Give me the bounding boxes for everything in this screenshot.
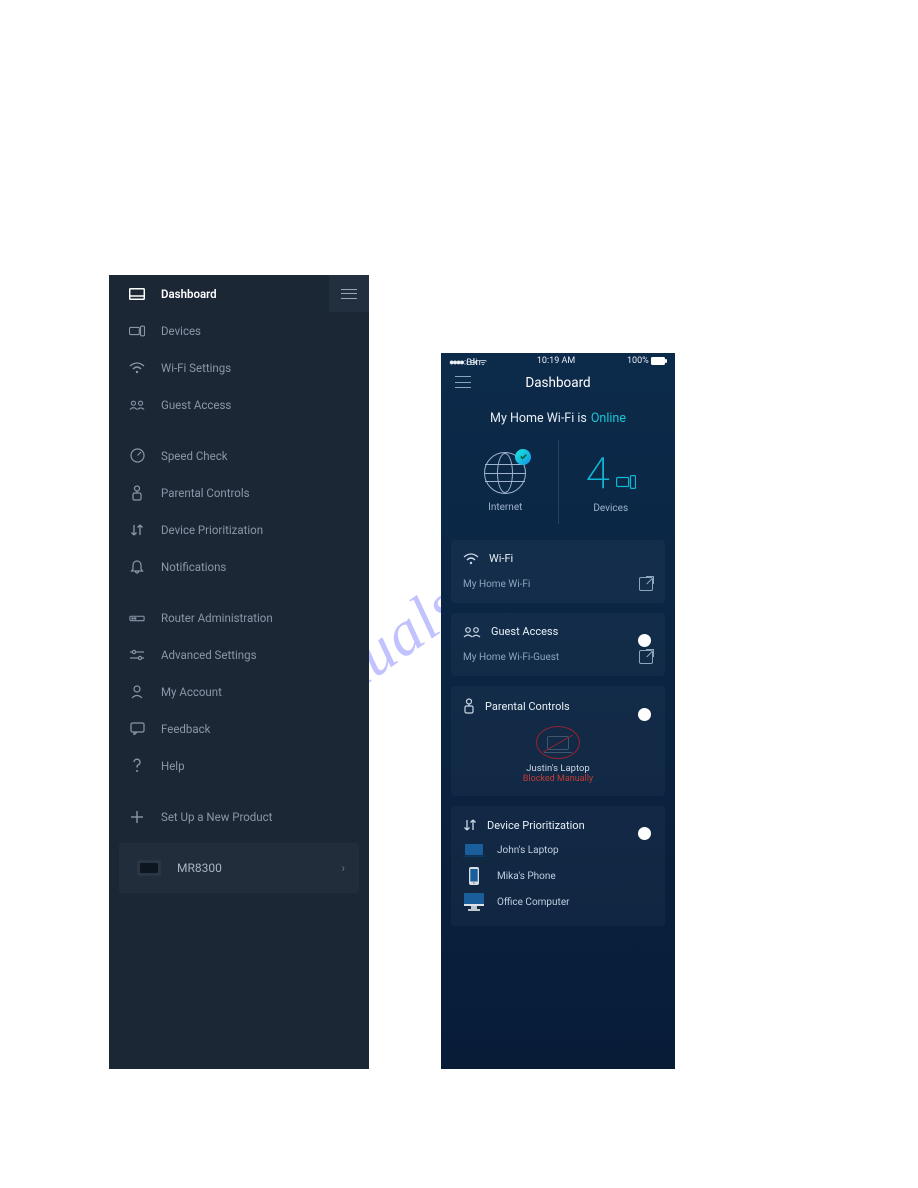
dashboard-screenshot: ●●●●○ Belkin ᯤ 10:19 AM 100% Dashboard M… (441, 353, 675, 1069)
network-status-line: My Home Wi-Fi is Online (441, 411, 675, 426)
status-check-badge (515, 449, 531, 465)
guest-access-card[interactable]: Guest Access My Home Wi-Fi-Guest (451, 613, 665, 676)
blocked-device-name: Justin's Laptop (463, 763, 653, 774)
wifi-icon (129, 360, 145, 376)
speed-check-icon (129, 448, 145, 464)
status-time: 10:19 AM (537, 356, 575, 366)
devices-tile[interactable]: 4 Devices (559, 434, 664, 530)
chevron-right-icon: › (341, 861, 345, 875)
guest-access-icon (129, 397, 145, 413)
sidebar-item-label: Advanced Settings (161, 648, 257, 662)
sidebar-item-label: Set Up a New Product (161, 810, 272, 824)
internet-tile[interactable]: Internet (453, 434, 558, 530)
blocked-device-icon (536, 726, 580, 759)
parental-controls-card[interactable]: Parental Controls Justin's Laptop Blocke… (451, 686, 665, 796)
router-icon (129, 610, 145, 626)
phone-icon (463, 868, 485, 884)
parental-controls-icon (129, 485, 145, 501)
devices-label: Devices (593, 503, 628, 514)
guest-network-name: My Home Wi-Fi-Guest (463, 652, 559, 663)
priority-device-row[interactable]: John's Laptop (463, 842, 653, 858)
sidebar-item-dashboard[interactable]: Dashboard (109, 275, 369, 312)
device-prioritization-card[interactable]: Device Prioritization John's Laptop Mika… (451, 806, 665, 926)
sidebar-item-label: Device Prioritization (161, 523, 263, 537)
share-icon[interactable] (639, 650, 653, 664)
plus-icon (129, 809, 145, 825)
priority-device-row[interactable]: Mika's Phone (463, 868, 653, 884)
sidebar-item-label: My Account (161, 685, 222, 699)
sidebar-item-devices[interactable]: Devices (109, 312, 369, 349)
router-thumbnail-icon (137, 860, 161, 876)
sidebar-item-label: Speed Check (161, 449, 228, 463)
parental-controls-icon (463, 698, 475, 714)
priority-device-row[interactable]: Office Computer (463, 894, 653, 910)
network-status-prefix: My Home Wi-Fi is (490, 411, 587, 426)
device-prioritization-title: Device Prioritization (487, 819, 585, 832)
prioritization-icon (129, 522, 145, 538)
wifi-icon (463, 553, 479, 565)
status-battery: 100% (627, 356, 667, 366)
status-bar: ●●●●○ Belkin ᯤ 10:19 AM 100% (441, 353, 675, 369)
sidebar-item-device-prioritization[interactable]: Device Prioritization (109, 511, 369, 548)
wifi-card[interactable]: Wi-Fi My Home Wi-Fi (451, 540, 665, 603)
sidebar-item-wifi-settings[interactable]: Wi-Fi Settings (109, 349, 369, 386)
account-icon (129, 684, 145, 700)
globe-icon (484, 452, 526, 494)
sidebar-device-name: MR8300 (177, 861, 222, 875)
sidebar-item-label: Guest Access (161, 398, 231, 412)
wifi-network-name: My Home Wi-Fi (463, 579, 530, 590)
share-icon[interactable] (639, 577, 653, 591)
guest-access-title: Guest Access (491, 625, 558, 638)
priority-device-name: Office Computer (497, 897, 570, 908)
sidebar-item-help[interactable]: Help (109, 747, 369, 784)
dashboard-icon (129, 286, 145, 302)
devices-count: 4 (586, 451, 610, 495)
priority-device-name: Mika's Phone (497, 871, 556, 882)
sidebar-item-router-administration[interactable]: Router Administration (109, 599, 369, 636)
blocked-device-state: Blocked Manually (463, 774, 653, 784)
devices-icon (616, 475, 636, 489)
feedback-icon (129, 721, 145, 737)
priority-device-name: John's Laptop (497, 845, 559, 856)
sidebar-item-speed-check[interactable]: Speed Check (109, 437, 369, 474)
wifi-card-title: Wi-Fi (489, 552, 513, 565)
page-title: Dashboard (525, 375, 590, 391)
guest-access-icon (463, 626, 481, 638)
sliders-icon (129, 647, 145, 663)
sidebar-screenshot: Dashboard Devices Wi-Fi Settings Guest A… (109, 275, 369, 1069)
sidebar-item-label: Feedback (161, 722, 210, 736)
sidebar-item-label: Notifications (161, 560, 226, 574)
sidebar-item-notifications[interactable]: Notifications (109, 548, 369, 585)
sidebar-item-label: Help (161, 759, 185, 773)
internet-label: Internet (488, 502, 522, 513)
status-carrier: ●●●●○ Belkin ᯤ (449, 355, 485, 368)
sidebar-item-setup-new-product[interactable]: Set Up a New Product (109, 798, 369, 835)
sidebar-item-my-account[interactable]: My Account (109, 673, 369, 710)
sidebar-item-guest-access[interactable]: Guest Access (109, 386, 369, 423)
prioritization-icon (463, 818, 477, 832)
sidebar-device-row[interactable]: MR8300 › (119, 843, 359, 893)
sidebar-item-feedback[interactable]: Feedback (109, 710, 369, 747)
parental-controls-title: Parental Controls (485, 700, 570, 713)
menu-button[interactable] (455, 376, 471, 388)
summary-grid: Internet 4 Devices (453, 434, 663, 530)
desktop-icon (463, 894, 485, 910)
dashboard-header: Dashboard (441, 369, 675, 397)
sidebar-item-advanced-settings[interactable]: Advanced Settings (109, 636, 369, 673)
network-status-value: Online (591, 411, 626, 426)
sidebar-item-label: Router Administration (161, 611, 273, 625)
help-icon (129, 758, 145, 774)
sidebar-item-parental-controls[interactable]: Parental Controls (109, 474, 369, 511)
devices-icon (129, 323, 145, 339)
sidebar-item-label: Devices (161, 324, 201, 338)
bell-icon (129, 559, 145, 575)
sidebar-item-label: Parental Controls (161, 486, 250, 500)
sidebar-item-label: Wi-Fi Settings (161, 361, 231, 375)
sidebar-item-label: Dashboard (161, 287, 217, 301)
laptop-icon (463, 842, 485, 858)
